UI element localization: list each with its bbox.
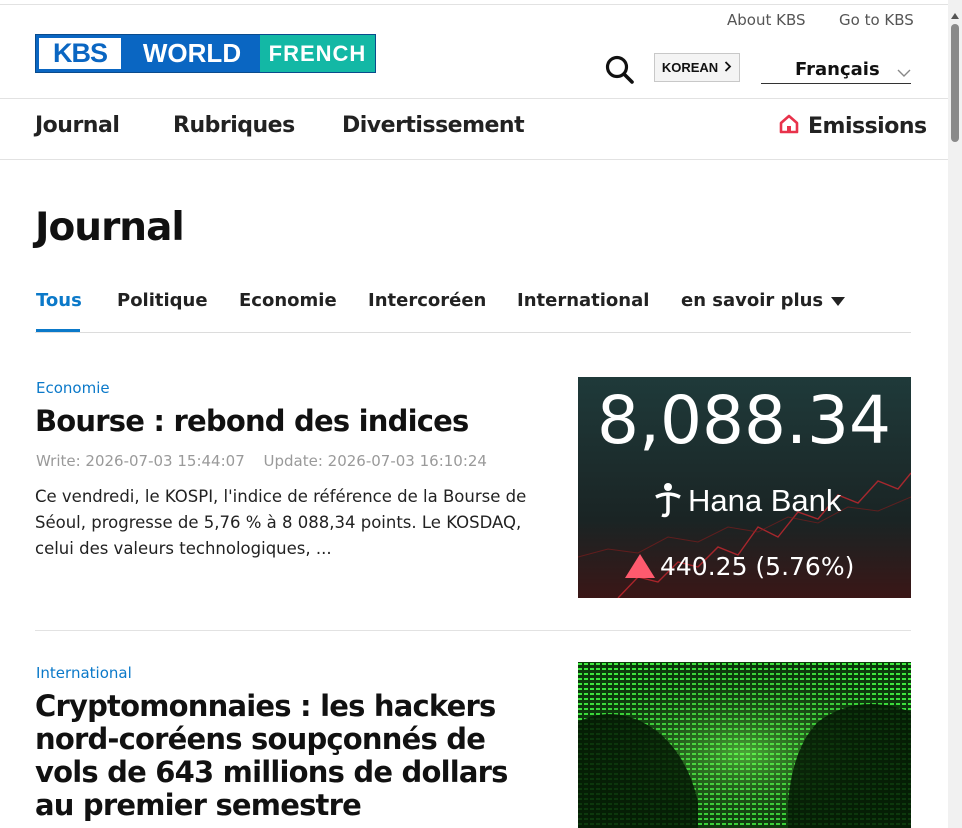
tab-more[interactable]: en savoir plus xyxy=(681,290,846,311)
tab-tous[interactable]: Tous xyxy=(36,290,82,311)
logo-kbs: KBS xyxy=(36,35,124,72)
write-date: Write: 2026-07-03 15:44:07 xyxy=(36,452,245,470)
article-thumbnail[interactable]: 8,088.34 Hana Bank 440.25 (5.76%) xyxy=(578,377,911,598)
korean-button-label: KOREAN xyxy=(661,60,719,75)
chevron-down-icon xyxy=(897,63,911,77)
logo-language: FRENCH xyxy=(260,35,375,72)
article-meta: Write: 2026-07-03 15:44:07 Update: 2026-… xyxy=(36,452,501,470)
article-title[interactable]: Bourse : rebond des indices xyxy=(35,405,565,438)
stock-change: 440.25 (5.76%) xyxy=(660,552,854,581)
update-date: Update: 2026-07-03 16:10:24 xyxy=(263,452,487,470)
caret-down-icon xyxy=(831,290,846,311)
tab-international[interactable]: International xyxy=(517,290,649,311)
article-category[interactable]: International xyxy=(36,664,132,682)
emissions-label: Emissions xyxy=(808,113,927,139)
chevron-right-icon xyxy=(724,60,732,75)
language-select[interactable]: Français xyxy=(761,56,911,84)
article-summary[interactable]: Ce vendredi, le KOSPI, l'indice de référ… xyxy=(35,484,545,562)
sponsor-name: Hana Bank xyxy=(688,483,842,518)
gnb-divertissement[interactable]: Divertissement xyxy=(342,113,525,138)
stock-index-value: 8,088.34 xyxy=(597,382,891,459)
top-border xyxy=(0,4,948,5)
article-title[interactable]: Cryptomonnaies : les hackers nord-coréen… xyxy=(35,690,555,822)
scroll-up-arrow-icon[interactable] xyxy=(949,6,961,19)
article-category[interactable]: Economie xyxy=(36,379,110,397)
logo-world: WORLD xyxy=(124,35,260,72)
article-thumbnail[interactable] xyxy=(578,662,911,828)
page-title: Journal xyxy=(35,205,185,250)
korean-site-button[interactable]: KOREAN xyxy=(654,53,740,82)
home-icon xyxy=(778,113,800,139)
go-to-kbs-link[interactable]: Go to KBS xyxy=(839,11,914,29)
more-tab-label: en savoir plus xyxy=(681,290,824,311)
about-kbs-link[interactable]: About KBS xyxy=(727,11,806,29)
search-icon[interactable] xyxy=(604,54,636,86)
tab-intercoreen[interactable]: Intercoréen xyxy=(368,290,486,311)
scrollbar-thumb[interactable] xyxy=(951,24,959,142)
gnb-journal[interactable]: Journal xyxy=(35,113,120,138)
gnb-rubriques[interactable]: Rubriques xyxy=(173,113,295,138)
gnb-emissions[interactable]: Emissions xyxy=(778,113,927,139)
header-divider xyxy=(0,98,948,99)
language-select-value: Français xyxy=(795,59,880,80)
tab-politique[interactable]: Politique xyxy=(117,290,208,311)
tab-economie[interactable]: Economie xyxy=(239,290,337,311)
article-divider xyxy=(35,630,911,631)
kbs-world-french-logo[interactable]: KBS WORLD FRENCH xyxy=(35,34,376,73)
nav-divider xyxy=(0,159,948,160)
tabs-divider xyxy=(35,332,911,333)
